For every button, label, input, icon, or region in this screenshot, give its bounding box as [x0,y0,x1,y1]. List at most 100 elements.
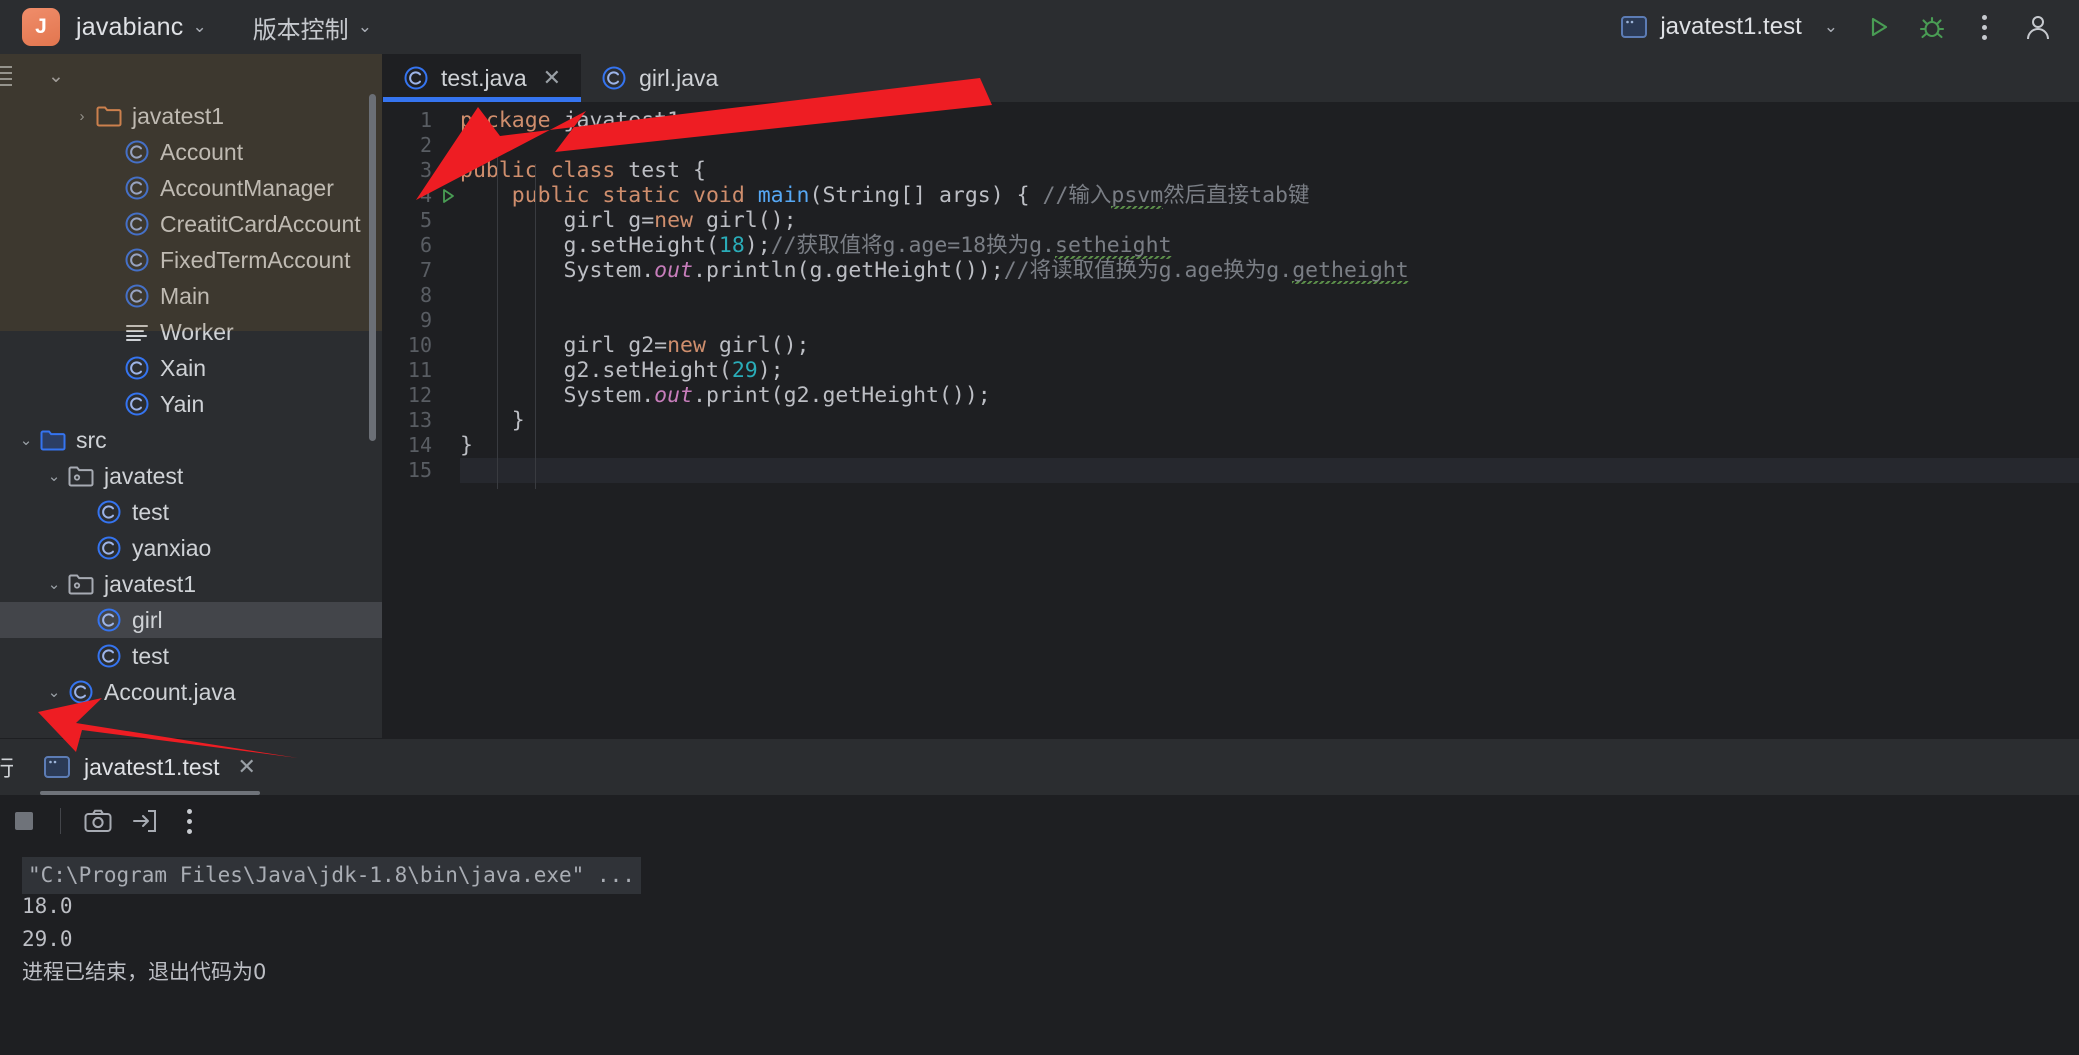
editor-gutter[interactable]: 1 2 3 4 5 6 7 8 9 10 11 12 13 14 15 [383,102,460,738]
gutter-line-15[interactable]: 15 [383,458,460,483]
code-token: (String[] args) { [809,183,1043,208]
title-bar-left: J javabianc ⌄ 版本控制 ⌄ [0,8,372,46]
folder-orange-icon [94,105,124,127]
tree-item-accountmanager[interactable]: AccountManager [0,170,382,206]
project-name-menu[interactable]: javabianc ⌄ [76,13,207,42]
run-tab-javatest1-test[interactable]: javatest1.test ✕ [22,739,278,795]
gutter-line-9[interactable]: 9 [383,308,460,333]
chevron-right-icon[interactable]: › [70,108,94,125]
tree-item-javatest[interactable]: ⌄ javatest [0,458,382,494]
more-vertical-icon[interactable] [1972,14,1997,40]
code-line-14[interactable]: } [460,433,2079,458]
code-line-11[interactable]: g2.setHeight(29); [460,358,2079,383]
code-token: //获取值将g.age=18换为g. [770,233,1056,258]
gutter-line-7[interactable]: 7 [383,258,460,283]
code-line-15[interactable] [460,458,2079,483]
code-line-8[interactable] [460,283,2079,308]
code-line-5[interactable]: girl g=new girl(); [460,208,2079,233]
camera-button[interactable] [75,809,121,833]
gutter-line-1[interactable]: 1 [383,108,460,133]
code-line-7[interactable]: System.out.println(g.getHeight());//将读取值… [460,258,2079,285]
project-view-icon[interactable] [0,66,12,86]
account-icon[interactable] [2023,12,2053,42]
gutter-line-13[interactable]: 13 [383,408,460,433]
code-line-2[interactable] [460,133,2079,158]
code-editor[interactable]: 1 2 3 4 5 6 7 8 9 10 11 12 13 14 15 package javatest1;… [383,102,2079,738]
gutter-line-2[interactable]: 2 [383,133,460,158]
chevron-down-icon[interactable]: ⌄ [42,683,66,701]
chevron-down-icon[interactable]: ⌄ [14,431,38,449]
code-line-9[interactable] [460,308,2079,333]
run-gutter-icon[interactable] [438,186,458,206]
code-token: girl g= [460,208,655,233]
export-button[interactable] [121,809,167,833]
chevron-down-icon[interactable]: ⌄ [48,65,64,88]
gutter-line-11[interactable]: 11 [383,358,460,383]
gutter-line-10[interactable]: 10 [383,333,460,358]
tree-item-girl[interactable]: girl [0,602,382,638]
code-token: .print(g2.getHeight()); [693,383,991,408]
tree-item-creatitcardaccount[interactable]: CreatitCardAccount [0,206,382,242]
close-icon[interactable]: ✕ [543,65,561,91]
code-token: ); [744,233,771,258]
code-line-12[interactable]: System.out.print(g2.getHeight()); [460,383,2079,408]
code-token: System. [460,258,655,283]
console-output-line: 29.0 [22,927,73,951]
code-line-3[interactable]: public class test { [460,158,2079,183]
gutter-line-8[interactable]: 8 [383,283,460,308]
code-line-13[interactable]: } [460,408,2079,433]
run-button[interactable] [1864,13,1892,41]
class-icon [122,211,152,237]
stop-button[interactable] [2,809,46,833]
gutter-line-4[interactable]: 4 [383,183,460,208]
chevron-down-icon[interactable]: ⌄ [42,575,66,593]
tree-item-javatest1[interactable]: ⌄ javatest1 [0,566,382,602]
console-command-text: "C:\Program Files\Java\jdk-1.8\bin\java.… [22,857,641,894]
code-line-1[interactable]: package javatest1; [460,108,2079,133]
chevron-down-icon: ⌄ [357,17,372,36]
console-output[interactable]: "C:\Program Files\Java\jdk-1.8\bin\java.… [0,847,2079,989]
close-icon[interactable]: ✕ [238,754,256,780]
tree-item-fixedtermaccount[interactable]: FixedTermAccount [0,242,382,278]
gutter-line-14[interactable]: 14 [383,433,460,458]
vcs-menu[interactable]: 版本控制 ⌄ [253,10,372,45]
tree-item-test[interactable]: test [0,494,382,530]
gutter-line-3[interactable]: 3 [383,158,460,183]
debug-button[interactable] [1918,13,1946,41]
vcs-label: 版本控制 [252,16,349,44]
more-vertical-icon[interactable] [167,808,211,834]
tree-item-yain[interactable]: Yain [0,386,382,422]
gutter-line-5[interactable]: 5 [383,208,460,233]
tree-item-javatest1[interactable]: › javatest1 [0,98,382,134]
chevron-down-icon: ⌄ [192,17,207,36]
code-token: new [654,208,706,233]
tree-item-account[interactable]: Account [0,134,382,170]
editor-code-column[interactable]: package javatest1; public class test { p… [460,102,2079,738]
code-line-10[interactable]: girl g2=new girl(); [460,333,2079,358]
tree-item-worker[interactable]: Worker [0,314,382,350]
run-configuration-selector[interactable]: javatest1.test ⌄ [1621,13,1838,41]
code-line-6[interactable]: g.setHeight(18);//获取值将g.age=18换为g.sethei… [460,233,2079,260]
package-icon [66,465,96,487]
tree-item-yanxiao[interactable]: yanxiao [0,530,382,566]
tree-item-main[interactable]: Main [0,278,382,314]
project-tree[interactable]: › javatest1 Account AccountManager CreatitCa… [0,98,382,710]
chevron-down-icon[interactable]: ⌄ [42,467,66,485]
tree-item-account-java[interactable]: ⌄ Account.java [0,674,382,710]
tree-item-xain[interactable]: Xain [0,350,382,386]
editor-tab-girl-java[interactable]: girl.java [581,54,738,102]
tree-item-src[interactable]: ⌄ src [0,422,382,458]
indent-guide [535,164,536,414]
gutter-line-6[interactable]: 6 [383,233,460,258]
class-icon [601,65,627,91]
class-icon [94,643,124,669]
class-icon [122,175,152,201]
gutter-line-12[interactable]: 12 [383,383,460,408]
code-token: psvm [1111,183,1164,210]
editor-tab-test-java[interactable]: test.java ✕ [383,54,582,102]
code-line-4[interactable]: public static void main(String[] args) {… [460,183,2079,210]
sidebar-scrollbar[interactable] [369,94,376,441]
run-gutter-icon[interactable] [438,161,458,181]
tree-item-test[interactable]: test [0,638,382,674]
code-token: setheight [1055,233,1172,260]
